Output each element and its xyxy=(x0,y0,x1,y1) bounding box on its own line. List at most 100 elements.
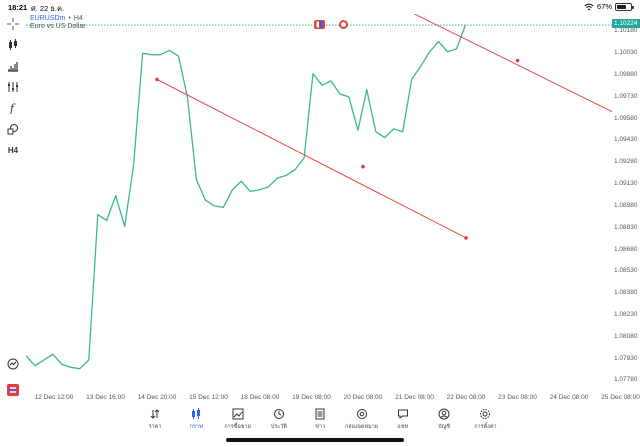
nav-label: กล่องจดหมาย xyxy=(344,424,379,430)
trendline-handle[interactable] xyxy=(515,58,520,63)
nav-label: ราคา xyxy=(148,424,162,430)
price-tick: 1.09430 xyxy=(614,136,638,144)
status-time: 18:21 xyxy=(8,3,28,12)
nav-label: การซื้อขาย xyxy=(224,424,251,430)
indicators-icon xyxy=(8,62,18,72)
drawing-toolbar: f H4 xyxy=(0,14,26,404)
price-tick: 1.08680 xyxy=(614,245,638,253)
price-tick: 1.10030 xyxy=(614,49,638,57)
price-tick: 1.07930 xyxy=(614,354,638,362)
shapes-icon xyxy=(7,124,18,135)
time-tick: 12 Dec 12:00 xyxy=(34,394,74,401)
sell-icon xyxy=(316,21,323,28)
price-tick: 1.07780 xyxy=(614,376,638,384)
symbol-separator: • xyxy=(68,15,71,22)
symbol-description: Euro vs US Dollar xyxy=(30,23,86,30)
time-tick: 18 Dec 08:00 xyxy=(240,394,280,401)
trendline-handle[interactable] xyxy=(361,164,365,169)
home-indicator[interactable] xyxy=(226,438,404,442)
time-tick: 23 Dec 08:00 xyxy=(498,394,537,401)
chat-icon xyxy=(397,409,408,420)
nav-item-quotes[interactable]: ราคา xyxy=(135,408,175,431)
battery-percent: 67% xyxy=(596,2,612,11)
mailbox-icon xyxy=(356,409,367,419)
symbol-ticker: EURUSDm xyxy=(30,15,66,22)
price-line-series[interactable] xyxy=(26,24,467,370)
app-logo-icon xyxy=(7,384,19,396)
time-tick: 21 Dec 08:00 xyxy=(395,394,434,401)
timeframe-label: H4 xyxy=(7,145,19,155)
app-logo[interactable] xyxy=(4,382,22,398)
price-tick: 1.10180 xyxy=(614,27,638,35)
shapes-tool[interactable] xyxy=(4,121,22,137)
nav-label: การตั้งค่า xyxy=(474,424,497,430)
price-tick: 1.08380 xyxy=(614,289,638,297)
trendline-1[interactable] xyxy=(156,79,467,239)
trendline-handle[interactable] xyxy=(155,77,159,82)
trade-buttons xyxy=(314,20,348,29)
quotes-icon xyxy=(150,409,160,419)
price-chart[interactable] xyxy=(26,14,612,392)
nav-label: ประวัติ xyxy=(270,424,287,430)
symbol-timeframe: H4 xyxy=(73,15,83,22)
chart-candles-icon xyxy=(192,408,201,419)
price-tick: 1.09130 xyxy=(614,180,638,188)
function-tool[interactable]: f xyxy=(4,100,22,116)
time-tick: 25 Dec 08:00 xyxy=(601,394,640,401)
time-tick: 22 Dec 08:00 xyxy=(446,394,486,401)
battery-level xyxy=(617,4,626,9)
trade-icon xyxy=(232,408,244,420)
nav-item-account[interactable]: บัญชี xyxy=(424,408,464,431)
crosshair-tool[interactable] xyxy=(4,16,22,32)
indicators-tool[interactable] xyxy=(4,58,22,74)
nav-item-mailbox[interactable]: กล่องจดหมาย xyxy=(342,408,382,431)
history-icon xyxy=(273,409,284,419)
nav-label: ข่าว xyxy=(315,424,326,430)
time-tick: 20 Dec 08:00 xyxy=(343,394,383,401)
magnify-chart-icon xyxy=(7,358,19,370)
nav-item-chart-candles[interactable]: กราฟ xyxy=(176,408,216,431)
nav-item-history[interactable]: ประวัติ xyxy=(259,408,299,431)
svg-text:f: f xyxy=(9,102,16,114)
sell-button[interactable] xyxy=(314,20,325,29)
nav-item-news[interactable]: ข่าว xyxy=(300,408,340,431)
time-tick: 14 Dec 20:00 xyxy=(137,394,177,401)
status-bar: 18:21 ศ. 22 ธ.ค. 67% xyxy=(0,0,640,14)
nav-item-chat[interactable]: แชท xyxy=(383,408,423,431)
candles-icon xyxy=(9,39,17,50)
price-tick: 1.08080 xyxy=(614,332,638,340)
nav-item-settings[interactable]: การตั้งค่า xyxy=(465,408,505,431)
nav-label: แชท xyxy=(397,424,409,430)
chart-area[interactable] xyxy=(26,14,640,406)
news-icon xyxy=(315,408,325,420)
price-tick: 1.08530 xyxy=(614,267,638,275)
price-tick: 1.08830 xyxy=(614,223,638,231)
price-tick: 1.09880 xyxy=(614,71,638,79)
trendline-handle[interactable] xyxy=(464,236,468,240)
symbol-header[interactable]: EURUSDm • H4 xyxy=(30,15,83,22)
price-tick: 1.09280 xyxy=(614,158,638,166)
time-tick: 19 Dec 08:00 xyxy=(292,394,331,401)
time-tick: 24 Dec 08:00 xyxy=(549,394,589,401)
wifi-icon xyxy=(584,3,594,10)
sliders-tool[interactable] xyxy=(4,79,22,95)
battery-icon xyxy=(615,2,634,11)
time-tick: 13 Dec 16:00 xyxy=(86,394,125,401)
price-tick: 1.09730 xyxy=(614,92,638,100)
price-axis[interactable]: 1.10180 1.10030 1.09880 1.09730 1.09580 1.094… xyxy=(612,14,640,406)
buy-button[interactable] xyxy=(339,20,348,29)
settings-icon xyxy=(480,409,491,419)
status-right: 67% xyxy=(584,2,634,11)
price-tick: 1.08230 xyxy=(614,310,638,318)
nav-label: กราฟ xyxy=(189,424,203,430)
nav-label: บัญชี xyxy=(438,424,451,430)
zoom-tool[interactable] xyxy=(4,356,22,372)
account-icon xyxy=(438,408,450,420)
crosshair-icon xyxy=(7,18,19,30)
nav-item-trade[interactable]: การซื้อขาย xyxy=(218,408,258,431)
timeframe-tool[interactable]: H4 xyxy=(4,142,22,158)
function-icon: f xyxy=(9,102,16,114)
chart-type-tool[interactable] xyxy=(4,37,22,53)
trendline-2[interactable] xyxy=(414,14,613,116)
sliders-icon xyxy=(8,82,18,92)
